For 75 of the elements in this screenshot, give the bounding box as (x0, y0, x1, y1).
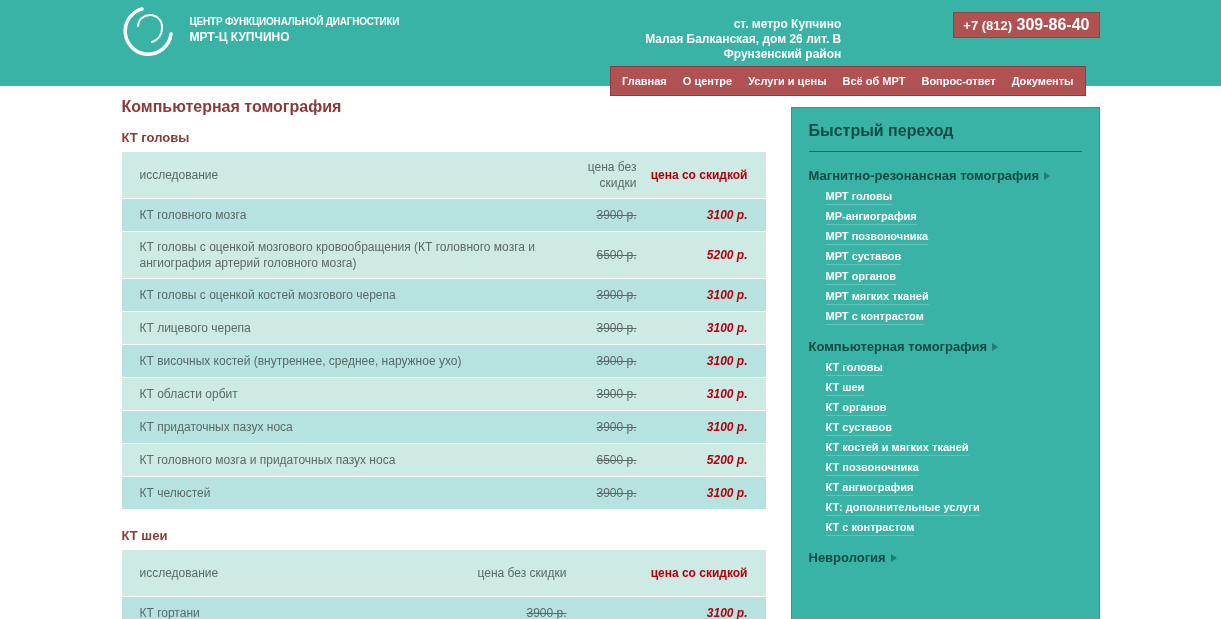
sidebar-link[interactable]: МРТ позвоночника (825, 227, 929, 245)
discount-price: 3100 р. (705, 485, 748, 501)
sidebar-link[interactable]: КТ костей и мягких тканей (825, 438, 969, 456)
sidebar-link[interactable]: МРТ с контрастом (825, 307, 924, 325)
discount-price: 3100 р. (705, 287, 748, 303)
sidebar-link[interactable]: КТ с контрастом (825, 518, 915, 536)
section-title: КТ головы (121, 130, 191, 145)
sidebar-link[interactable]: МРТ суставов (825, 247, 902, 265)
sidebar-link[interactable]: МРТ органов (825, 267, 896, 285)
old-price: 3900 р. (595, 419, 637, 435)
column-header: цена со скидкой (649, 565, 748, 581)
table-cell-text: КТ головы с оценкой мозгового кровообращения (КТ головного мозга и ангиография артерий головного мозга) (139, 239, 536, 272)
old-price: 3900 р. (525, 605, 567, 619)
sidebar-link[interactable]: КТ органов (825, 398, 887, 416)
address-line: Малая Балканская, дом 26 лит. В (645, 32, 842, 47)
table-cell-text: КТ головного мозга и придаточных пазух носа (139, 452, 397, 469)
column-header: исследование (139, 565, 220, 582)
old-price: 3900 р. (595, 386, 637, 402)
discount-price: 3100 р. (705, 320, 748, 336)
org-tagline: ЦЕНТР ФУНКЦИОНАЛЬНОЙ ДИАГНОСТИКИ (189, 16, 400, 27)
old-price: 3900 р. (595, 320, 637, 336)
discount-price: 3100 р. (705, 605, 748, 619)
nav-link[interactable]: Услуги и цены (740, 67, 835, 95)
phone-link[interactable]: +7 (812) 309-86-40 (953, 12, 1100, 38)
discount-price: 5200 р. (705, 247, 748, 263)
sidebar-link[interactable]: МР-ангиография (825, 207, 917, 225)
triangle-icon (992, 342, 999, 351)
category-link[interactable]: Компьютерная томография (808, 339, 988, 354)
column-header: цена без скидки (476, 565, 567, 581)
category-link[interactable]: Магнитно-резонансная томография (808, 168, 1040, 183)
table-cell-text: КТ гортани (139, 605, 201, 619)
table-cell-text: КТ головного мозга (139, 207, 248, 224)
discount-price: 3100 р. (705, 207, 748, 223)
old-price: 6500 р. (595, 247, 637, 263)
table-cell-text: КТ области орбит (139, 386, 239, 403)
section-title: КТ шеи (121, 528, 169, 543)
sidebar-link[interactable]: КТ суставов (825, 418, 892, 436)
table-cell-text: КТ челюстей (139, 485, 212, 502)
old-price: 3900 р. (595, 207, 637, 223)
sidebar-link[interactable]: КТ позвоночника (825, 458, 919, 476)
org-name: МРТ-Ц КУПЧИНО (189, 30, 291, 44)
column-header: цена со скидкой (649, 167, 748, 183)
triangle-icon (1044, 171, 1051, 180)
discount-price: 5200 р. (705, 452, 748, 468)
nav-link[interactable]: О центре (674, 67, 741, 95)
old-price: 3900 р. (595, 287, 637, 303)
sidebar-link[interactable]: МРТ мягких тканей (825, 287, 929, 305)
discount-price: 3100 р. (705, 353, 748, 369)
old-price: 6500 р. (595, 452, 637, 468)
address-line: Фрунзенский район (722, 47, 842, 62)
column-header: исследование (139, 167, 220, 184)
nav-link[interactable]: Всё об МРТ (834, 67, 914, 95)
address-line: ст. метро Купчино (732, 17, 842, 32)
table-cell-text: КТ головы с оценкой костей мозгового черепа (139, 287, 397, 304)
discount-price: 3100 р. (705, 419, 748, 435)
category-link[interactable]: Неврология (808, 550, 886, 565)
discount-price: 3100 р. (705, 386, 748, 402)
sidebar-link[interactable]: КТ шеи (825, 378, 865, 396)
old-price: 3900 р. (595, 485, 637, 501)
logo-icon[interactable] (121, 6, 174, 58)
page-title: Компьютерная томография (121, 98, 343, 116)
sidebar-title: Быстрый переход (808, 120, 1082, 152)
sidebar-link[interactable]: КТ головы (825, 358, 883, 376)
nav-link[interactable]: Вопрос-ответ (913, 67, 1004, 95)
table-cell-text: КТ височных костей (внутреннее, среднее, наружное ухо) (139, 353, 463, 370)
nav-link[interactable]: Документы (1003, 67, 1082, 95)
column-header: цена без скидки (586, 159, 637, 191)
triangle-icon (890, 553, 897, 562)
table-cell-text: КТ придаточных пазух носа (139, 419, 294, 436)
sidebar-link[interactable]: КТ ангиография (825, 478, 914, 496)
table-cell-text: КТ лицевого черепа (139, 320, 252, 337)
old-price: 3900 р. (595, 353, 637, 369)
nav-link[interactable]: Главная (614, 67, 675, 95)
sidebar-link[interactable]: КТ: дополнительные услуги (825, 498, 980, 516)
sidebar-link[interactable]: МРТ головы (825, 187, 893, 205)
